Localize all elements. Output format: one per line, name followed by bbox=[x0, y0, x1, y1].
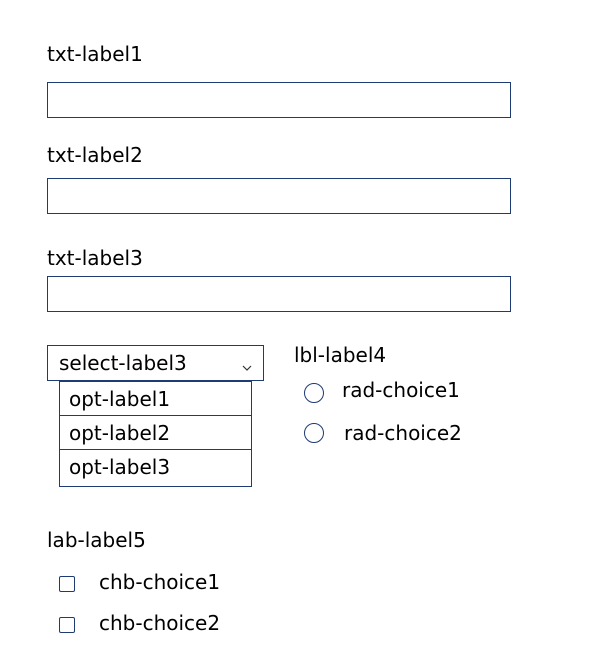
txt-input2[interactable] bbox=[47, 178, 511, 214]
radio-group-label: lbl-label4 bbox=[294, 343, 387, 367]
txt-input3[interactable] bbox=[47, 276, 511, 312]
select-option[interactable]: opt-label1 bbox=[60, 382, 251, 416]
txt-label3: txt-label3 bbox=[47, 246, 143, 270]
radio-button-2[interactable] bbox=[304, 423, 324, 443]
txt-input1[interactable] bbox=[47, 82, 511, 118]
checkbox-choice-label-2: chb-choice2 bbox=[99, 611, 221, 635]
select-option[interactable]: opt-label3 bbox=[60, 450, 251, 484]
checkbox-group-label: lab-label5 bbox=[47, 528, 146, 552]
checkbox-choice-label-1: chb-choice1 bbox=[99, 570, 221, 594]
select-value: select-label3 bbox=[59, 351, 187, 375]
select-dropdown[interactable]: select-label3 bbox=[47, 345, 264, 381]
select-options-list: opt-label1 opt-label2 opt-label3 bbox=[59, 381, 252, 487]
txt-label1: txt-label1 bbox=[47, 42, 143, 66]
checkbox-2[interactable] bbox=[59, 617, 75, 633]
select-option[interactable]: opt-label2 bbox=[60, 416, 251, 450]
radio-choice-label-2: rad-choice2 bbox=[344, 421, 462, 445]
radio-button-1[interactable] bbox=[304, 383, 324, 403]
txt-label2: txt-label2 bbox=[47, 143, 143, 167]
checkbox-1[interactable] bbox=[59, 576, 75, 592]
chevron-down-icon bbox=[242, 358, 252, 371]
radio-choice-label-1: rad-choice1 bbox=[342, 378, 460, 402]
